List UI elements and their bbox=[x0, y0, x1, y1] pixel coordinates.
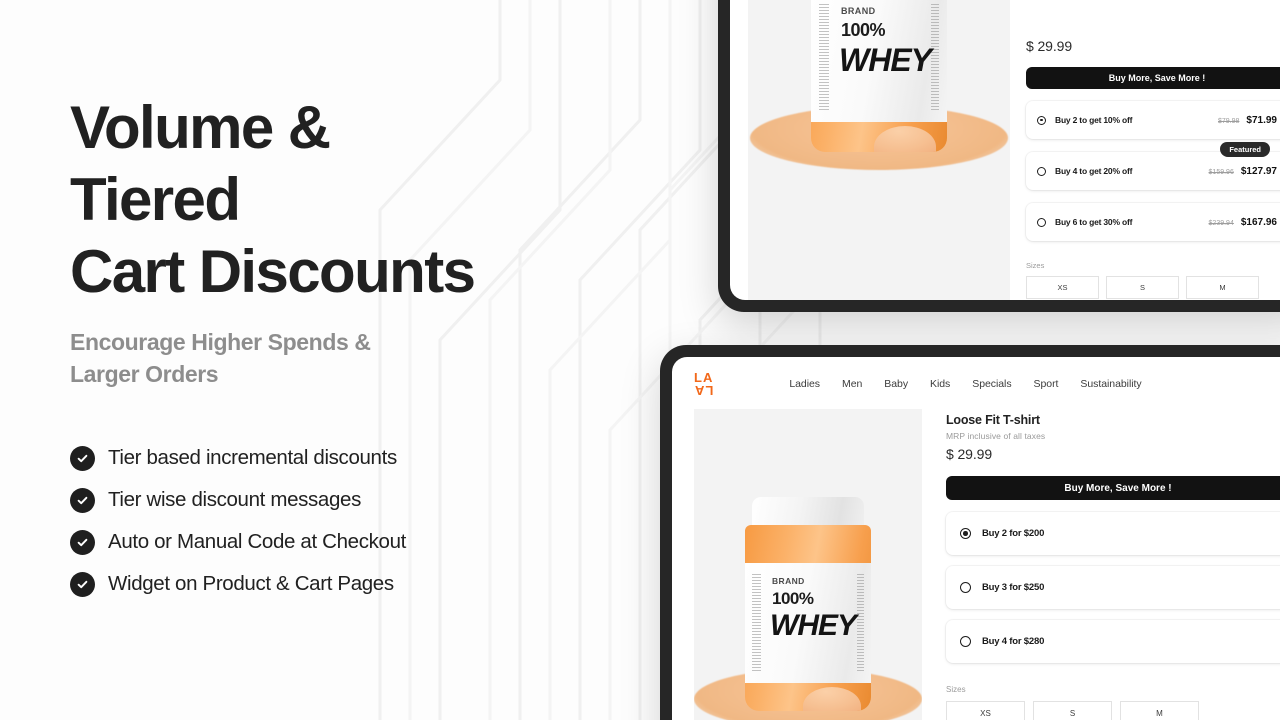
size-option-label: XS bbox=[1057, 283, 1068, 292]
product-image-whey-bottom: BRAND 100% WHEY bbox=[694, 409, 922, 720]
sizes-label-bottom: Sizes bbox=[946, 685, 966, 694]
product-detail-pane-top: $ 29.99 Buy More, Save More ! Buy 2 to g… bbox=[1010, 0, 1280, 300]
offer-row[interactable]: Buy 4 to get 20% off $159.96 $127.97 Featur… bbox=[1026, 142, 1280, 190]
size-option-m[interactable]: M bbox=[1120, 701, 1199, 720]
size-option-xs[interactable]: XS bbox=[1026, 276, 1099, 299]
nav-item-ladies[interactable]: Ladies bbox=[789, 378, 820, 390]
buy-more-save-more-button-bottom[interactable]: Buy More, Save More ! bbox=[946, 476, 1280, 500]
offer-original-price: $79.98 bbox=[1217, 117, 1240, 125]
product-image-whey-top: BRAND 100% WHEY bbox=[748, 0, 1010, 300]
buy-more-save-more-button-top[interactable]: Buy More, Save More ! bbox=[1026, 67, 1280, 89]
offer-radio-button[interactable] bbox=[960, 528, 971, 539]
feature-item: Auto or Manual Code at Checkout bbox=[70, 521, 406, 563]
size-option-s[interactable]: S bbox=[1033, 701, 1112, 720]
jar-product-text: WHEY bbox=[770, 609, 857, 642]
size-option-label: XS bbox=[980, 709, 991, 718]
tablet-device-frame-top: BRAND 100% WHEY $ 29.99 Buy More, Save M… bbox=[718, 0, 1280, 312]
offer-row[interactable]: Buy 4 for $280 bbox=[946, 620, 1280, 663]
size-option-label: S bbox=[1069, 709, 1076, 718]
feature-item: Tier based incremental discounts bbox=[70, 437, 406, 479]
store-navigation: Ladies Men Baby Kids Specials Sport Sustainabi… bbox=[789, 378, 1141, 390]
size-selector-top: XSSMLXLXXL bbox=[1026, 276, 1280, 300]
check-circle-icon bbox=[70, 445, 95, 471]
page-title: Volume & Tiered Cart Discounts bbox=[70, 94, 476, 305]
promotional-banner: Volume & Tiered Cart Discounts Encourage… bbox=[0, 0, 1280, 720]
nav-item-men[interactable]: Men bbox=[842, 378, 862, 390]
offer-label: Buy 2 for $200 bbox=[982, 528, 1045, 539]
offer-row[interactable]: Buy 6 to get 30% off $239.94 $167.96 bbox=[1026, 203, 1280, 241]
store-logo[interactable]: LA LA bbox=[694, 371, 714, 398]
offer-label: Buy 4 for $280 bbox=[982, 636, 1045, 647]
feature-item-label: Widget on Product & Cart Pages bbox=[108, 572, 394, 595]
offer-discounted-price: $167.96 bbox=[1240, 216, 1277, 228]
offer-radio-button[interactable] bbox=[1037, 217, 1046, 227]
nav-item-sport[interactable]: Sport bbox=[1034, 378, 1059, 390]
jar-brand-text: BRAND bbox=[772, 576, 805, 586]
logo-line-2: LA bbox=[694, 383, 714, 398]
jar-brand-text: BRAND bbox=[841, 6, 876, 16]
store-product-section: BRAND 100% WHEY Loose Fit T-shirt MRP in… bbox=[672, 409, 1280, 720]
offer-label: Buy 6 to get 30% off bbox=[1055, 217, 1133, 227]
nav-item-sustainability[interactable]: Sustainability bbox=[1080, 378, 1141, 390]
mrp-note-bottom: MRP inclusive of all taxes bbox=[946, 431, 1046, 441]
offer-price-group: $79.98 $71.99 bbox=[1218, 115, 1277, 126]
offer-radio-button[interactable] bbox=[1037, 115, 1046, 125]
nav-item-kids[interactable]: Kids bbox=[930, 378, 950, 390]
product-price-top: $ 29.99 bbox=[1026, 38, 1073, 54]
jar-percent-text: 100% bbox=[772, 589, 814, 608]
feature-item-label: Auto or Manual Code at Checkout bbox=[108, 530, 406, 553]
feature-item-label: Tier wise discount messages bbox=[108, 488, 361, 511]
jar-product-text: WHEY bbox=[839, 42, 932, 78]
tiered-offers-list-top: Buy 2 to get 10% off $79.98 $71.99 Buy 4 to… bbox=[1026, 101, 1280, 241]
offer-discounted-price: $71.99 bbox=[1246, 114, 1277, 126]
feature-item: Tier wise discount messages bbox=[70, 479, 406, 521]
nav-item-specials[interactable]: Specials bbox=[972, 378, 1011, 390]
size-option-label: M bbox=[1156, 709, 1163, 718]
product-price-bottom: $ 29.99 bbox=[946, 446, 993, 462]
offer-radio-button[interactable] bbox=[960, 636, 971, 647]
check-circle-icon bbox=[70, 571, 95, 597]
product-detail-pane-bottom: Loose Fit T-shirt MRP inclusive of all t… bbox=[946, 409, 1280, 720]
offer-price-group: $239.94 $167.96 bbox=[1209, 217, 1277, 228]
offer-radio-button[interactable] bbox=[960, 582, 971, 593]
size-option-s[interactable]: S bbox=[1106, 276, 1179, 299]
feature-item-label: Tier based incremental discounts bbox=[108, 446, 397, 469]
offer-label: Buy 4 to get 20% off bbox=[1055, 166, 1133, 176]
size-option-label: M bbox=[1219, 283, 1226, 292]
feature-item: Widget on Product & Cart Pages bbox=[70, 563, 406, 605]
tablet-device-frame-bottom: LA LA Ladies Men Baby Kids Specials Sport Sust… bbox=[660, 345, 1280, 720]
product-title-bottom: Loose Fit T-shirt bbox=[946, 413, 1040, 427]
check-circle-icon bbox=[70, 529, 95, 555]
hero-text-block: Volume & Tiered Cart Discounts Encourage… bbox=[70, 92, 540, 390]
size-option-xs[interactable]: XS bbox=[946, 701, 1025, 720]
jar-percent-text: 100% bbox=[841, 20, 886, 40]
offer-row[interactable]: Buy 2 for $200 bbox=[946, 512, 1280, 555]
sizes-label-top: Sizes bbox=[1026, 261, 1045, 270]
offer-original-price: $239.94 bbox=[1208, 219, 1234, 227]
nav-item-baby[interactable]: Baby bbox=[884, 378, 908, 390]
check-circle-icon bbox=[70, 487, 95, 513]
feature-list: Tier based incremental discounts Tier wis… bbox=[70, 437, 406, 605]
store-header: LA LA Ladies Men Baby Kids Specials Sport Sust… bbox=[672, 357, 1280, 409]
offer-row[interactable]: Buy 2 to get 10% off $79.98 $71.99 bbox=[1026, 101, 1280, 139]
offer-original-price: $159.96 bbox=[1208, 168, 1234, 176]
tablet-screen-top: BRAND 100% WHEY $ 29.99 Buy More, Save M… bbox=[730, 0, 1280, 300]
offer-row[interactable]: Buy 3 for $250 bbox=[946, 566, 1280, 609]
offer-label: Buy 3 for $250 bbox=[982, 582, 1045, 593]
offer-label: Buy 2 to get 10% off bbox=[1055, 115, 1133, 125]
featured-badge: Featured bbox=[1220, 142, 1270, 157]
offer-radio-button[interactable] bbox=[1037, 166, 1046, 176]
tablet-screen-bottom: LA LA Ladies Men Baby Kids Specials Sport Sust… bbox=[672, 357, 1280, 720]
tiered-offers-list-bottom: Buy 2 for $200 Buy 3 for $250 Buy 4 for $2… bbox=[946, 512, 1280, 663]
page-subtitle: Encourage Higher Spends & Larger Orders bbox=[70, 329, 371, 387]
offer-discounted-price: $127.97 bbox=[1240, 165, 1277, 177]
size-selector-bottom: XS S M bbox=[946, 701, 1280, 720]
offer-price-group: $159.96 $127.97 bbox=[1209, 166, 1277, 177]
size-option-m[interactable]: M bbox=[1186, 276, 1259, 299]
size-option-label: S bbox=[1139, 283, 1145, 292]
